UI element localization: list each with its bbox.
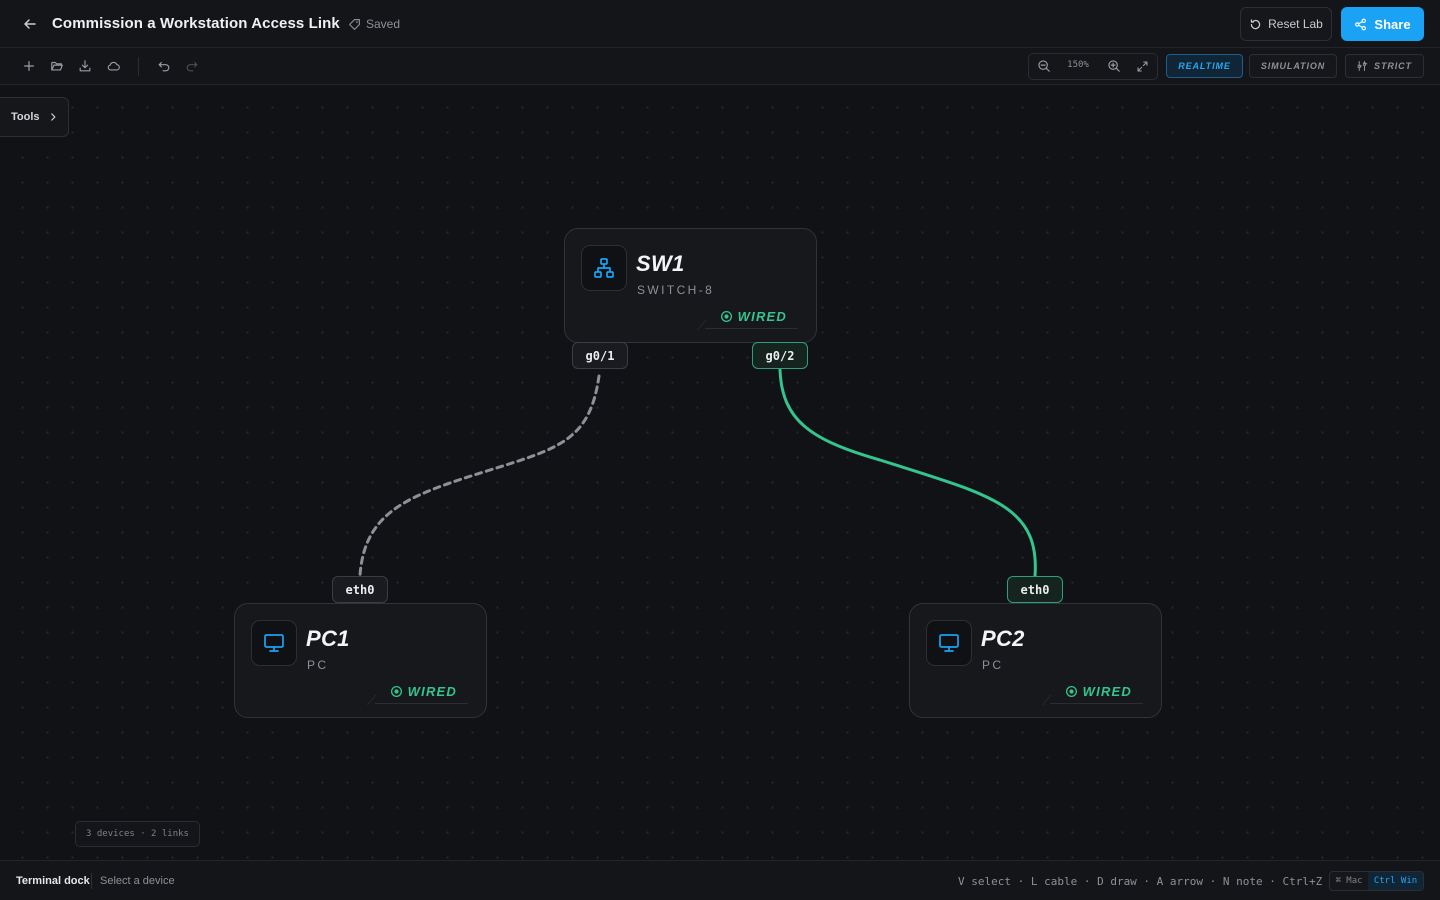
status-badge: WIRED	[390, 684, 457, 699]
cloud-button[interactable]	[104, 57, 122, 75]
add-button[interactable]	[20, 57, 38, 75]
mode-simulation-button[interactable]: SIMULATION	[1249, 54, 1337, 78]
cloud-icon	[107, 61, 120, 71]
radio-dot-icon	[390, 685, 402, 698]
status-label: WIRED	[407, 684, 457, 699]
zoom-level: 150%	[1067, 60, 1089, 70]
device-sw1[interactable]: SW1 SWITCH-8 WIRED	[564, 228, 817, 343]
device-type: PC	[307, 658, 329, 672]
undo-icon	[158, 61, 170, 72]
saved-indicator: Saved	[348, 17, 400, 31]
mode-realtime-label: REALTIME	[1178, 61, 1231, 71]
mode-realtime-button[interactable]: REALTIME	[1166, 54, 1243, 78]
device-name: PC2	[981, 626, 1025, 651]
device-icon-box	[251, 620, 297, 666]
device-icon-box	[926, 620, 972, 666]
status-divider	[375, 703, 468, 704]
port-pc1-eth0[interactable]: eth0	[332, 576, 388, 603]
open-button[interactable]	[48, 57, 66, 75]
status-badge: WIRED	[1065, 684, 1132, 699]
strict-icon	[1357, 60, 1368, 72]
reset-lab-button[interactable]: Reset Lab	[1240, 7, 1332, 41]
reset-lab-label: Reset Lab	[1268, 17, 1323, 31]
device-type: PC	[982, 658, 1004, 672]
back-button[interactable]	[18, 12, 42, 36]
share-label: Share	[1374, 16, 1411, 32]
mode-simulation-label: SIMULATION	[1260, 61, 1326, 71]
terminal-dock-label[interactable]: Terminal dock	[16, 875, 90, 887]
monitor-icon	[939, 634, 959, 652]
radio-dot-icon	[1065, 685, 1077, 698]
folder-open-icon	[51, 61, 63, 71]
terminal-dock-bar: Terminal dock Select a device V select ·…	[0, 860, 1440, 900]
download-button[interactable]	[76, 57, 94, 75]
toolbar: 150% REALTIME SIMULATION STRICT	[0, 48, 1440, 85]
page-title: Commission a Workstation Access Link	[52, 15, 340, 32]
status-label: WIRED	[1082, 684, 1132, 699]
mode-strict-label: STRICT	[1374, 61, 1412, 71]
zoom-in-button[interactable]	[1105, 57, 1123, 75]
zoom-out-button[interactable]	[1035, 57, 1053, 75]
os-win-option[interactable]: Ctrl Win	[1368, 872, 1423, 890]
status-label: WIRED	[737, 309, 787, 324]
status-divider	[705, 328, 798, 329]
chevron-right-icon	[50, 113, 55, 121]
radio-dot-icon	[720, 310, 732, 323]
plus-icon	[24, 61, 34, 71]
topology-canvas[interactable]	[0, 85, 1440, 860]
device-name: SW1	[636, 251, 685, 276]
share-button[interactable]: Share	[1341, 7, 1424, 41]
status-divider	[1050, 703, 1143, 704]
dock-divider	[91, 873, 92, 889]
keyboard-shortcuts: V select · L cable · D draw · A arrow · …	[958, 875, 1356, 888]
saved-label: Saved	[366, 17, 401, 31]
tools-panel-toggle[interactable]: Tools	[0, 97, 69, 137]
topology-stats: 3 devices · 2 links	[75, 821, 200, 847]
port-sw1-g0-1[interactable]: g0/1	[572, 342, 628, 369]
tag-icon	[349, 18, 360, 30]
zoom-out-icon	[1038, 60, 1050, 72]
undo-button[interactable]	[155, 57, 173, 75]
reset-icon	[1250, 18, 1261, 29]
mode-strict-button[interactable]: STRICT	[1345, 54, 1424, 78]
tools-label: Tools	[11, 111, 40, 123]
redo-icon	[186, 61, 198, 72]
top-bar: Commission a Workstation Access Link Sav…	[0, 0, 1440, 48]
os-mac-option[interactable]: ⌘ Mac	[1330, 872, 1368, 890]
fit-view-button[interactable]	[1133, 57, 1151, 75]
arrow-left-icon	[24, 19, 36, 29]
port-pc2-eth0[interactable]: eth0	[1007, 576, 1063, 603]
toolbar-divider	[138, 57, 139, 76]
network-switch-icon	[594, 258, 614, 278]
port-sw1-g0-2[interactable]: g0/2	[752, 342, 808, 369]
device-type: SWITCH-8	[637, 283, 715, 297]
expand-icon	[1137, 61, 1147, 71]
dock-hint: Select a device	[100, 875, 175, 887]
device-icon-box	[581, 245, 627, 291]
monitor-icon	[264, 634, 284, 652]
download-icon	[79, 60, 91, 72]
device-name: PC1	[306, 626, 350, 651]
redo-button[interactable]	[183, 57, 201, 75]
share-icon	[1355, 18, 1367, 30]
device-pc1[interactable]: PC1 PC WIRED	[234, 603, 487, 718]
zoom-in-icon	[1108, 60, 1120, 72]
os-shortcut-toggle: ⌘ Mac Ctrl Win	[1329, 871, 1424, 891]
device-pc2[interactable]: PC2 PC WIRED	[909, 603, 1162, 718]
status-badge: WIRED	[720, 309, 787, 324]
